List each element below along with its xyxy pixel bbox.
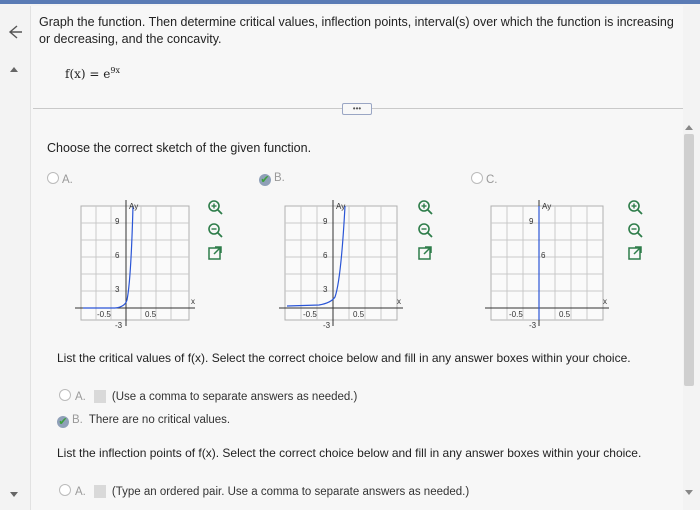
x-tick-label: 0.5 [145,310,157,319]
y-tick-label: -3 [529,321,537,330]
correct-check-icon: ✔ [57,416,69,428]
answer-box[interactable] [93,485,106,498]
radio-button[interactable] [59,484,71,496]
y-tick-label: 6 [323,251,328,260]
graph-grid [490,205,604,321]
x-tick-label: -0.5 [97,310,111,319]
sketch-option-b[interactable]: ✔ B. [259,172,285,186]
inflection-choice-a[interactable]: A. (Type an ordered pair. Use a comma to … [59,484,469,498]
y-tick-label: 9 [323,217,328,226]
vertical-scrollbar[interactable] [684,134,694,386]
critical-choice-a[interactable]: A. (Use a comma to separate answers as ne… [59,389,357,403]
critical-choice-b[interactable]: ✔ B. There are no critical values. [57,414,230,428]
open-in-new-window-icon[interactable] [627,245,643,261]
x-tick-label: -0.5 [303,310,317,319]
y-tick-label: 9 [115,217,120,226]
function-expression: f(x) = e9x [65,66,120,81]
zoom-in-icon[interactable] [207,199,223,215]
x-tick-label: 0.5 [353,310,365,319]
y-tick-label: -3 [115,321,123,330]
zoom-in-icon[interactable] [417,199,433,215]
radio-button[interactable] [59,389,71,401]
zoom-out-icon[interactable] [417,222,433,238]
x-tick-label: -0.5 [509,310,523,319]
y-axis-label: Ay [129,202,138,211]
x-axis-label: x [603,297,607,306]
open-in-new-window-icon[interactable] [207,245,223,261]
sketch-option-a[interactable]: A. [47,172,73,186]
scroll-down-arrow-icon[interactable] [10,490,18,498]
correct-check-icon: ✔ [259,174,271,186]
zoom-out-icon[interactable] [627,222,643,238]
y-tick-label: 6 [115,251,120,260]
answer-box[interactable] [93,390,106,403]
option-letter: A. [62,174,73,186]
sketch-graph-a: 9 6 3 -3 -0.5 0.5 Ay x [75,200,195,330]
zoom-in-icon[interactable] [627,199,643,215]
more-button[interactable]: ••• [342,103,372,115]
sketch-graph-c: 9 6 -3 -0.5 0.5 Ay x [485,200,609,330]
choice-text: (Type an ordered pair. Use a comma to se… [111,486,470,498]
x-tick-label: 0.5 [559,310,571,319]
choice-letter: A. [75,486,86,498]
choice-letter: B. [72,414,83,426]
radio-button[interactable] [471,172,483,184]
zoom-out-icon[interactable] [207,222,223,238]
scroll-up-arrow-icon[interactable] [685,124,693,132]
sketch-option-c[interactable]: C. [471,172,498,186]
option-letter: B. [274,172,285,184]
x-axis-label: x [191,297,195,306]
y-tick-label: 6 [541,251,546,260]
function-exponent: 9x [110,66,120,75]
graph-tools-c [627,199,647,268]
function-base: f(x) = e [65,67,111,81]
scroll-up-arrow-icon[interactable] [10,66,18,74]
y-tick-label: 3 [323,285,328,294]
inflection-points-prompt: List the inflection points of f(x). Sele… [57,446,642,460]
back-arrow-icon[interactable] [4,22,24,42]
sketch-graph-b: 9 6 3 -3 -0.5 0.5 Ay x [279,200,403,330]
option-letter: C. [486,174,498,186]
choice-letter: A. [75,391,86,403]
y-tick-label: 3 [115,285,120,294]
open-in-new-window-icon[interactable] [417,245,433,261]
scroll-down-arrow-icon[interactable] [685,488,693,496]
x-axis-label: x [397,297,401,306]
question-text: Graph the function. Then determine criti… [39,15,674,46]
choice-text: There are no critical values. [88,414,231,426]
critical-values-prompt: List the critical values of f(x). Select… [57,351,631,365]
choice-text: (Use a comma to separate answers as need… [111,391,358,403]
y-axis-label: Ay [542,202,551,211]
graph-grid [80,205,190,321]
question-panel: Graph the function. Then determine criti… [30,6,683,510]
y-tick-label: -3 [323,321,331,330]
graph-tools-a [207,199,227,268]
top-accent-bar [0,0,700,4]
graph-tools-b [417,199,437,268]
y-axis-label: Ay [336,202,345,211]
y-tick-label: 9 [529,217,534,226]
sketch-prompt: Choose the correct sketch of the given f… [47,141,312,155]
radio-button[interactable] [47,172,59,184]
